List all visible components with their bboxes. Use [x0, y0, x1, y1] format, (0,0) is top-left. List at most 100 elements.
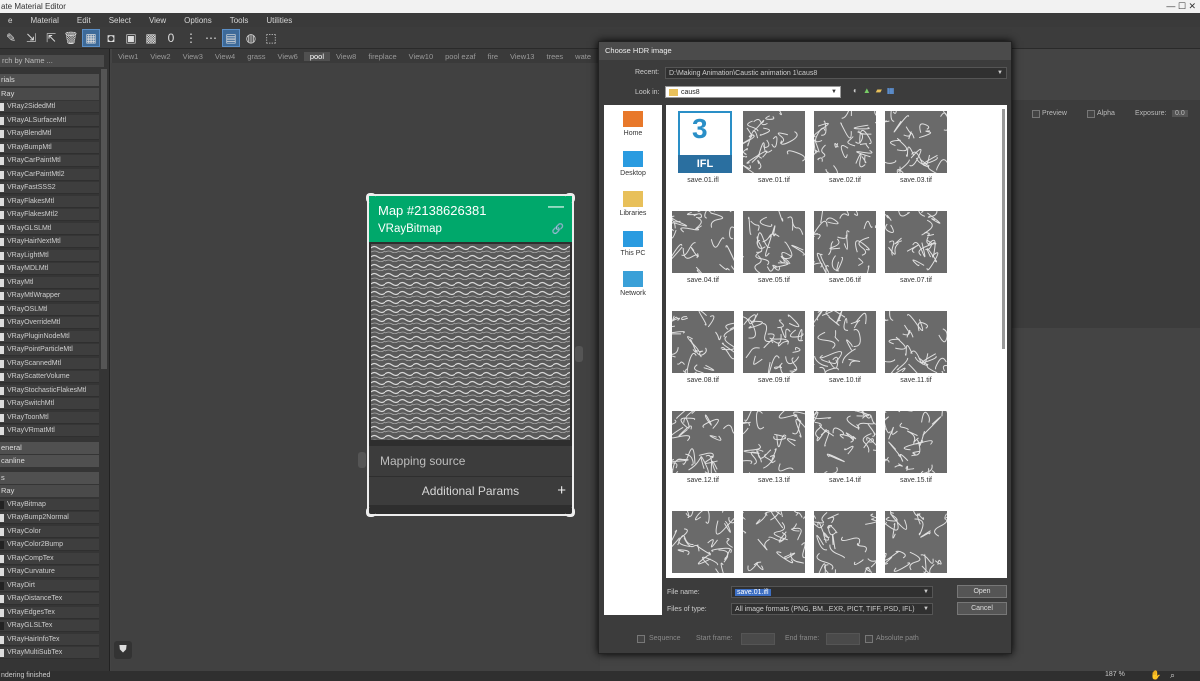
resize-handle-bl[interactable]: [366, 507, 376, 517]
view-tab[interactable]: View8: [330, 52, 362, 61]
menu-item[interactable]: Material: [22, 16, 68, 25]
map-list-item[interactable]: VRayCurvature: [0, 566, 99, 578]
material-list-item[interactable]: VRayStochasticFlakesMtl: [0, 384, 99, 397]
material-list-item[interactable]: VRayPluginNodeMtl: [0, 330, 99, 343]
menu-item[interactable]: Tools: [222, 16, 259, 25]
file-item[interactable]: save.09.tif: [742, 311, 805, 393]
back-icon[interactable]: ◐: [853, 86, 858, 98]
browser-section[interactable]: canline: [0, 455, 99, 467]
output-port[interactable]: [575, 346, 583, 362]
file-item[interactable]: [726, 496, 815, 578]
assign-icon[interactable]: ⇱: [42, 29, 60, 47]
alpha-checkbox[interactable]: [1087, 110, 1095, 118]
file-item[interactable]: save.02.tif: [809, 106, 881, 193]
browser-scrollbar[interactable]: [101, 69, 107, 369]
map-list-item[interactable]: VRayBump2Normal: [0, 512, 99, 524]
menu-item[interactable]: Options: [176, 16, 222, 25]
exposure-field[interactable]: 0.0: [1172, 110, 1188, 117]
mapping-source-row[interactable]: Mapping source: [369, 446, 572, 476]
navigator-icon[interactable]: ⛊: [114, 641, 132, 659]
view-tab[interactable]: View4: [209, 52, 241, 61]
material-list-item[interactable]: VRaySwitchMtl: [0, 398, 99, 410]
file-item[interactable]: [873, 498, 953, 578]
view-tab[interactable]: pool: [303, 51, 331, 61]
file-item[interactable]: save.03.tif: [877, 105, 958, 193]
file-item[interactable]: save.04.tif: [666, 197, 745, 293]
material-list-item[interactable]: VRayCarPaintMtl: [0, 155, 99, 167]
view-tab[interactable]: View3: [177, 52, 209, 61]
start-frame-field[interactable]: [741, 633, 775, 645]
material-list-item[interactable]: VRayHairNextMtl: [0, 236, 99, 248]
map-list-item[interactable]: VRayEdgesTex: [0, 606, 99, 619]
layout-all-icon[interactable]: ▤: [222, 28, 240, 47]
absolute-path-checkbox[interactable]: [865, 635, 873, 643]
menu-item[interactable]: Select: [101, 16, 141, 25]
layout-children-icon[interactable]: ⋯: [202, 29, 220, 47]
file-item[interactable]: [667, 499, 740, 578]
place-this-pc[interactable]: This PC: [604, 231, 662, 257]
view-tab[interactable]: View2: [144, 52, 176, 61]
place-libraries[interactable]: Libraries: [604, 191, 662, 217]
view-tab[interactable]: View10: [403, 52, 439, 61]
open-button[interactable]: Open: [957, 585, 1007, 598]
node-minimize-button[interactable]: —: [548, 198, 564, 216]
file-item[interactable]: save.13.tif: [737, 402, 814, 493]
file-list-scrollbar[interactable]: [1002, 109, 1005, 349]
node-header[interactable]: Map #2138626381 VRayBitmap — 🔗: [369, 196, 572, 242]
map-list-item[interactable]: VRayMultiSubTex: [0, 647, 99, 659]
material-list-item[interactable]: VRayScatterVolume: [0, 371, 99, 383]
material-list-item[interactable]: VRayBlendMtl: [0, 128, 99, 140]
material-list-item[interactable]: VRayOverrideMtl: [0, 317, 99, 329]
map-list-item[interactable]: VRayHairInfoTex: [0, 633, 99, 646]
menu-item[interactable]: Edit: [69, 16, 101, 25]
map-list-item[interactable]: VRayColor2Bump: [0, 539, 99, 551]
input-port[interactable]: [358, 452, 366, 468]
show-map-icon[interactable]: ◘: [102, 29, 120, 47]
material-list-item[interactable]: VRayFlakesMtl: [0, 195, 99, 208]
file-item[interactable]: save.11.tif: [875, 304, 956, 393]
browser-search-input[interactable]: rch by Name ...: [0, 55, 104, 67]
map-list-item[interactable]: VRayDistanceTex: [0, 593, 99, 605]
additional-params-row[interactable]: Additional Params +: [369, 477, 572, 505]
delete-icon[interactable]: 🗑: [62, 29, 80, 47]
material-list-item[interactable]: VRayOSLMtl: [0, 303, 99, 316]
file-item[interactable]: save.07.tif: [884, 198, 947, 293]
material-list-item[interactable]: VRayLightMtl: [0, 249, 99, 262]
view-tab[interactable]: View1: [112, 52, 144, 61]
file-item[interactable]: save.10.tif: [809, 308, 876, 393]
file-item[interactable]: save.06.tif: [807, 197, 892, 293]
material-list-item[interactable]: VRayMtlWrapper: [0, 290, 99, 302]
view-tab[interactable]: View6: [272, 52, 304, 61]
browser-subsection[interactable]: Ray: [0, 87, 99, 100]
map-list-item[interactable]: VRayDirt: [0, 579, 99, 592]
material-list-item[interactable]: VRayCarPaintMtl2: [0, 168, 99, 181]
file-item[interactable]: save.08.tif: [666, 309, 743, 393]
file-item[interactable]: 3 IFL save.01.ifl: [672, 111, 734, 193]
material-list-item[interactable]: VRayFastSSS2: [0, 182, 99, 194]
browser-subsection[interactable]: Ray: [0, 485, 99, 497]
material-list-item[interactable]: VRay2SidedMtl: [0, 101, 99, 113]
zoom-level[interactable]: 187 %: [1105, 671, 1125, 678]
map-list-item[interactable]: VRayGLSLTex: [0, 620, 99, 632]
file-item[interactable]: save.05.tif: [737, 204, 805, 293]
navigator-icon[interactable]: ⬚: [262, 29, 280, 47]
view-tab[interactable]: pool ezaf: [439, 52, 481, 61]
pick-material-icon[interactable]: ✎: [2, 29, 20, 47]
lookin-dropdown[interactable]: caus8 ▼: [665, 86, 841, 98]
window-controls[interactable]: — ☐ ✕: [1166, 0, 1196, 13]
view-tab[interactable]: trees: [540, 52, 569, 61]
material-list-item[interactable]: VRayBumpMtl: [0, 141, 99, 154]
new-folder-icon[interactable]: ▰: [876, 86, 882, 98]
map-list-item[interactable]: VRayColor: [0, 525, 99, 538]
map-list-item[interactable]: VRayBitmap: [0, 498, 99, 511]
resize-handle-tl[interactable]: [366, 193, 376, 203]
place-desktop[interactable]: Desktop: [604, 151, 662, 177]
material-list-item[interactable]: VRayGLSLMtl: [0, 222, 99, 235]
sequence-checkbox[interactable]: [637, 635, 645, 643]
layout-icon[interactable]: ▦: [82, 28, 100, 47]
checker-icon[interactable]: ▩: [142, 29, 160, 47]
material-list-item[interactable]: VRayFlakesMtl2: [0, 209, 99, 221]
map-list-item[interactable]: VRayCompTex: [0, 552, 99, 565]
place-network[interactable]: Network: [604, 271, 662, 297]
file-item[interactable]: [799, 510, 887, 578]
